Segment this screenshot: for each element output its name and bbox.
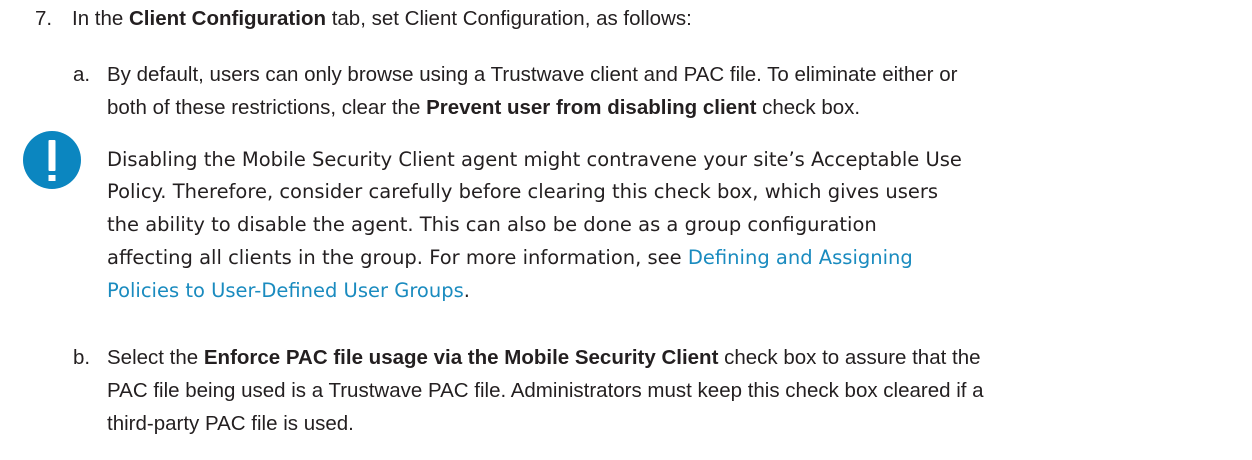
note-line-5-post: .	[463, 279, 470, 302]
note-line-4: affecting all clients in the group. For …	[107, 246, 913, 270]
note-line-3: the ability to disable the agent. This c…	[107, 213, 877, 236]
substep-b-line-1-pre: Select the	[107, 346, 204, 369]
enforce-pac-file-usage-label: Enforce PAC file usage via the Mobile Se…	[203, 346, 719, 369]
note-line-2: Policy. Therefore, consider carefully be…	[107, 180, 939, 203]
substep-a-line-2-post: check box.	[756, 96, 861, 119]
step-7-text-pre: In the	[72, 7, 129, 30]
policies-user-groups-link-part-1[interactable]: Defining and Assigning	[688, 246, 913, 269]
note-line-1: Disabling the Mobile Security Client age…	[107, 148, 962, 171]
client-configuration-tab-label: Client Configuration	[129, 7, 327, 30]
substep-a-line-2: both of these restrictions, clear the Pr…	[107, 96, 860, 120]
substep-b-line-1-post: check box to assure that the	[718, 346, 981, 369]
exclamation-icon	[23, 131, 81, 189]
note-line-5: Policies to User-Defined User Groups.	[107, 279, 470, 303]
step-7-text: In the Client Configuration tab, set Cli…	[72, 7, 692, 31]
step-number: 7.	[35, 7, 53, 30]
substep-a-line-2-pre: both of these restrictions, clear the	[107, 96, 427, 119]
step-7-text-post: tab, set Client Configuration, as follow…	[326, 7, 692, 30]
prevent-user-disabling-client-label: Prevent user from disabling client	[426, 96, 757, 119]
substep-b-line-2: PAC file being used is a Trustwave PAC f…	[107, 379, 984, 402]
note-line-4-pre: affecting all clients in the group. For …	[107, 246, 688, 269]
substep-b-letter: b.	[73, 346, 91, 369]
substep-a-line-1: By default, users can only browse using …	[107, 63, 958, 86]
substep-a-letter: a.	[73, 63, 91, 86]
policies-user-groups-link-part-2[interactable]: Policies to User-Defined User Groups	[107, 279, 464, 302]
substep-b-line-3: third-party PAC file is used.	[107, 412, 354, 435]
substep-b-line-1: Select the Enforce PAC file usage via th…	[107, 346, 981, 370]
